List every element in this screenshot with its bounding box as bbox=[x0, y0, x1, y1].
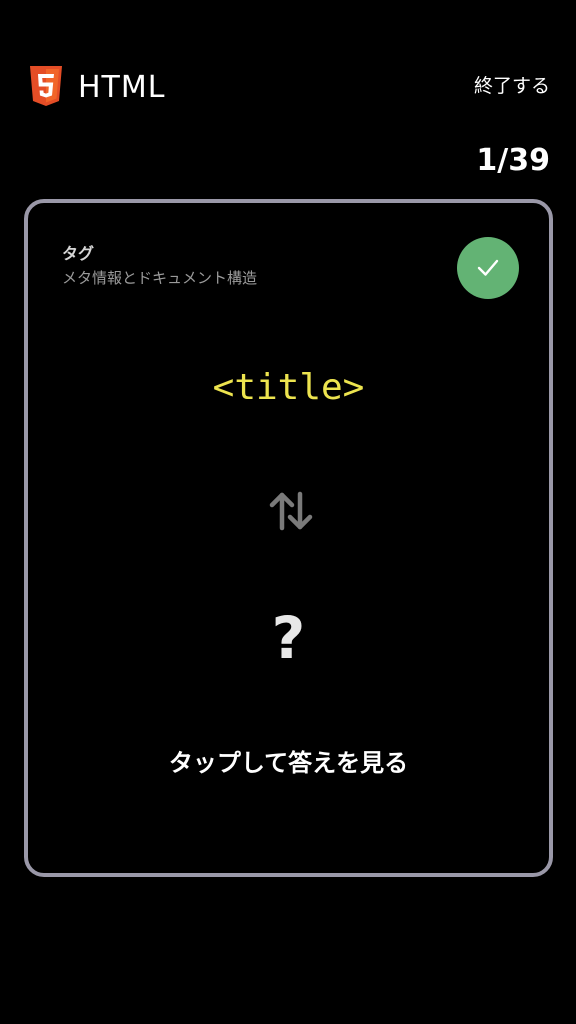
flashcard[interactable]: タグ メタ情報とドキュメント構造 <title> ? タップして答えを見る bbox=[24, 199, 553, 877]
app-title: HTML bbox=[78, 70, 166, 105]
progress-counter: 1/39 bbox=[476, 143, 550, 178]
header: HTML 終了する bbox=[29, 66, 550, 110]
question-mark: ? bbox=[271, 604, 306, 672]
card-term: <title> bbox=[212, 367, 365, 408]
mark-learned-button[interactable] bbox=[457, 237, 519, 299]
swap-vertical-icon bbox=[268, 491, 314, 531]
card-subcategory: メタ情報とドキュメント構造 bbox=[62, 269, 258, 287]
end-session-button[interactable]: 終了する bbox=[474, 72, 550, 100]
html5-logo-icon bbox=[29, 66, 63, 106]
check-icon bbox=[477, 259, 499, 276]
card-category: タグ bbox=[62, 244, 95, 263]
tap-to-reveal-hint: タップして答えを見る bbox=[168, 749, 409, 777]
